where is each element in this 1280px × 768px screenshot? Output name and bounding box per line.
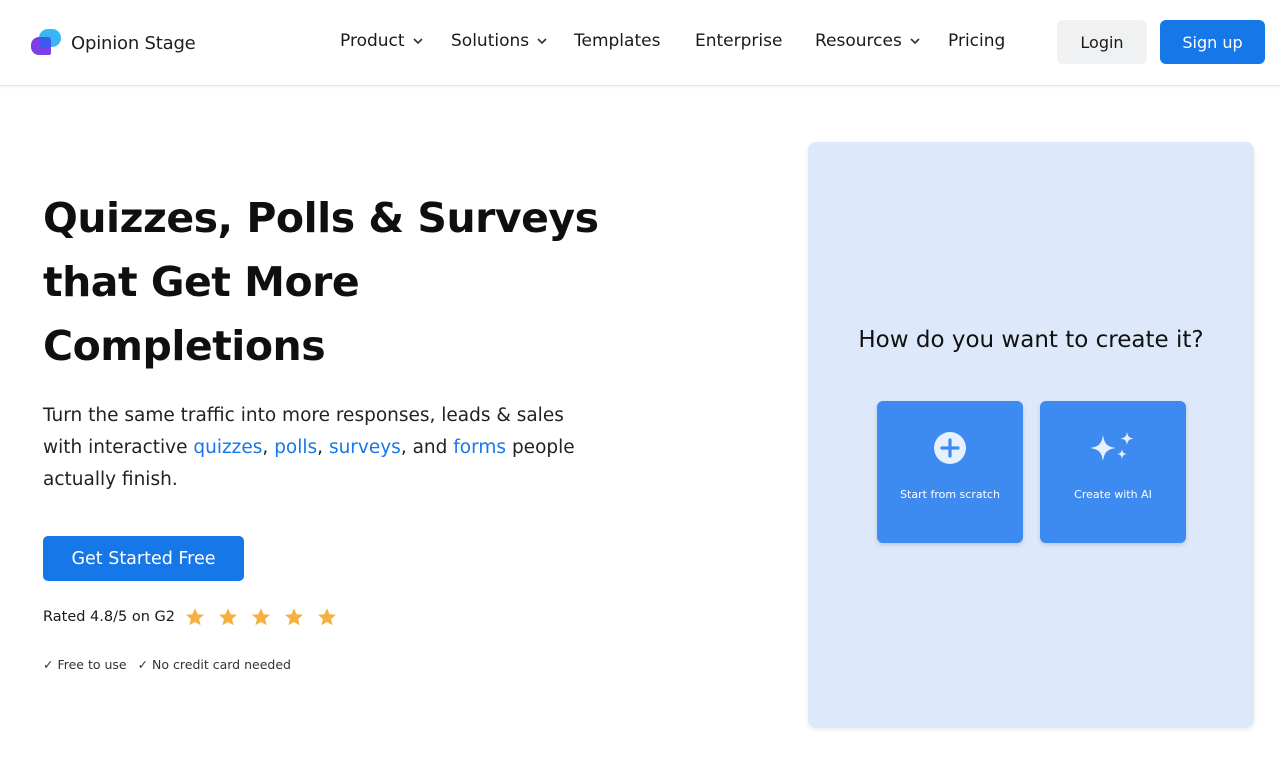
hero-title-line: Completions bbox=[43, 322, 326, 370]
rating-text: Rated 4.8/5 on G2 bbox=[43, 609, 175, 625]
start-from-scratch-option[interactable]: Start from scratch bbox=[877, 401, 1023, 543]
star-icon bbox=[217, 606, 239, 628]
star-icon bbox=[316, 606, 338, 628]
star-icon bbox=[184, 606, 206, 628]
get-started-button[interactable]: Get Started Free bbox=[43, 536, 244, 581]
hero-title: Quizzes, Polls & Surveys that Get More C… bbox=[43, 186, 603, 378]
create-card-title: How do you want to create it? bbox=[858, 327, 1204, 353]
perks-list: ✓ Free to use ✓ No credit card needed bbox=[43, 657, 302, 672]
create-with-ai-option[interactable]: Create with AI bbox=[1040, 401, 1186, 543]
nav-item-resources[interactable]: Resources bbox=[815, 31, 921, 51]
perk-free: ✓ Free to use bbox=[43, 657, 127, 672]
rating-stars bbox=[184, 606, 349, 628]
option-label: Start from scratch bbox=[900, 488, 1000, 501]
create-card: How do you want to create it? Start from… bbox=[808, 142, 1254, 728]
brand-logo[interactable]: Opinion Stage bbox=[31, 29, 196, 57]
perk-no-credit-card: ✓ No credit card needed bbox=[137, 657, 291, 672]
forms-link[interactable]: forms bbox=[453, 437, 506, 458]
nav-item-label: Templates bbox=[574, 31, 661, 51]
polls-link[interactable]: polls bbox=[274, 437, 317, 458]
nav-item-label: Product bbox=[340, 31, 405, 51]
subtitle-text: , bbox=[262, 437, 275, 458]
signup-button[interactable]: Sign up bbox=[1160, 20, 1265, 64]
nav-item-templates[interactable]: Templates bbox=[574, 31, 660, 51]
subtitle-text: , bbox=[317, 437, 329, 458]
nav-item-label: Resources bbox=[815, 31, 902, 51]
logo-icon bbox=[31, 29, 63, 57]
subtitle-text: , and bbox=[400, 437, 454, 458]
nav-item-label: Solutions bbox=[451, 31, 530, 51]
nav-item-label: Enterprise bbox=[695, 31, 783, 51]
option-label: Create with AI bbox=[1074, 488, 1152, 501]
brand-name: Opinion Stage bbox=[71, 32, 196, 54]
star-icon bbox=[283, 606, 305, 628]
chevron-down-icon bbox=[536, 35, 548, 47]
site-header: Opinion Stage Product Solutions Template… bbox=[0, 0, 1280, 86]
nav-item-label: Pricing bbox=[948, 31, 1006, 51]
nav-item-product[interactable]: Product bbox=[340, 31, 424, 51]
nav-item-enterprise[interactable]: Enterprise bbox=[695, 31, 782, 51]
nav-item-pricing[interactable]: Pricing bbox=[948, 31, 1005, 51]
chevron-down-icon bbox=[909, 35, 921, 47]
hero-title-line: Quizzes, Polls & Surveys bbox=[43, 194, 599, 242]
chevron-down-icon bbox=[412, 35, 424, 47]
login-button[interactable]: Login bbox=[1057, 20, 1147, 64]
surveys-link[interactable]: surveys bbox=[329, 437, 401, 458]
quizzes-link[interactable]: quizzes bbox=[193, 437, 262, 458]
star-icon bbox=[250, 606, 272, 628]
sparkles-icon bbox=[1087, 431, 1139, 467]
plus-circle-icon bbox=[933, 431, 967, 465]
hero-title-line: that Get More bbox=[43, 258, 360, 306]
hero-subtitle: Turn the same traffic into more response… bbox=[43, 400, 603, 496]
nav-item-solutions[interactable]: Solutions bbox=[451, 31, 548, 51]
rating-row: Rated 4.8/5 on G2 bbox=[43, 606, 349, 628]
